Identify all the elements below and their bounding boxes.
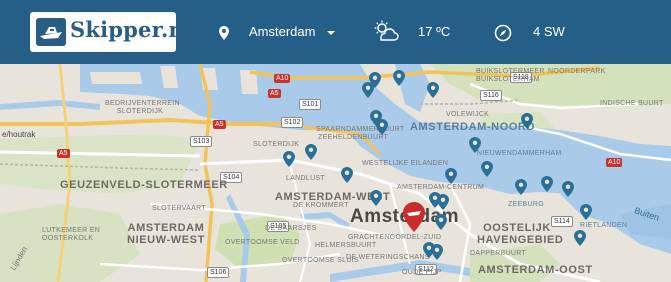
marina-pin-icon[interactable] xyxy=(469,137,481,153)
road-shield-s102: S102 xyxy=(281,117,304,128)
top-navbar: Skipper.nl Amsterdam 17 ºC 4 SW xyxy=(0,0,671,64)
district-label: AMSTERDAM-OOST xyxy=(478,264,593,276)
district-label: OOSTELIJK HAVENGEBIED xyxy=(477,222,564,246)
place-label: BUIKSLOTERHAM xyxy=(476,76,540,83)
place-label-text: LUTKEMEER EN OOSTERKOLK xyxy=(42,227,101,242)
wind-readout: 4 SW xyxy=(533,24,565,39)
place-label: DAPPERBUURT xyxy=(470,250,527,257)
place-label-text: BEDRIJVENTERREIN SLOTERDIJK xyxy=(105,100,180,115)
map-canvas xyxy=(0,64,671,282)
marina-pin-icon[interactable] xyxy=(427,82,439,98)
harbour-map[interactable]: A10 A5 A5 A5 A10 S101 S102 S103 S104 S10… xyxy=(0,64,671,282)
road-shield-a10: A10 xyxy=(606,158,623,167)
chevron-down-icon[interactable] xyxy=(327,31,335,35)
road-shield-a5: A5 xyxy=(213,120,226,129)
skipper-logo[interactable]: Skipper.nl xyxy=(30,12,192,52)
marina-pin-icon[interactable] xyxy=(562,181,574,197)
place-label: DE KROMMERT xyxy=(293,202,349,209)
marina-pin-icon[interactable] xyxy=(445,168,457,184)
marina-pin-icon[interactable] xyxy=(574,230,586,246)
marina-pin-icon[interactable] xyxy=(362,82,374,98)
marina-pin-icon[interactable] xyxy=(481,161,493,177)
location-pin-icon xyxy=(219,26,229,40)
road-shield-a5: A5 xyxy=(268,89,281,98)
place-label: SLOTERVAART xyxy=(152,205,206,212)
place-label: ZEEHELDENBUURT xyxy=(318,134,389,141)
road-shield-s103: S103 xyxy=(190,136,213,147)
logo-wordmark: Skipper.nl xyxy=(70,17,193,42)
selected-location-pin-icon[interactable] xyxy=(403,202,425,232)
district-label-text: OOSTELIJK HAVENGEBIED xyxy=(477,222,564,246)
marina-pin-icon[interactable] xyxy=(435,214,447,230)
marina-pin-icon[interactable] xyxy=(521,113,533,129)
marina-pin-icon[interactable] xyxy=(431,244,443,260)
marina-pin-icon[interactable] xyxy=(376,119,388,135)
road-shield-a5: A5 xyxy=(57,149,70,158)
road-shield-s101: S101 xyxy=(299,99,322,110)
marina-pin-icon[interactable] xyxy=(541,176,553,192)
marina-pin-icon[interactable] xyxy=(305,144,317,160)
place-label: DE WETERINGSCHANS xyxy=(346,254,430,261)
edge-label: e/houtrak xyxy=(2,130,36,139)
place-label: LANDLUST xyxy=(286,175,325,182)
marina-pin-icon[interactable] xyxy=(580,204,592,220)
district-label: AMSTERDAM-NOORD xyxy=(410,121,536,133)
road-shield-s106: S106 xyxy=(207,267,230,278)
city-selector[interactable]: Amsterdam xyxy=(249,24,315,39)
road-shield-a10: A10 xyxy=(274,74,291,83)
marina-pin-icon[interactable] xyxy=(341,167,353,183)
place-label: LUTKEMEER EN OOSTERKOLK xyxy=(42,227,102,243)
district-label-text: AMSTERDAM NIEUW-WEST xyxy=(127,222,205,246)
boat-logo-icon xyxy=(36,18,66,46)
place-label: GRACHTENGORDEL-ZUID xyxy=(348,234,442,241)
place-label: BEDRIJVENTERREIN SLOTERDIJK xyxy=(105,100,180,116)
place-label: AMSTERDAM-CENTRUM xyxy=(397,184,485,191)
partly-cloudy-icon xyxy=(374,20,399,41)
road-shield-s116: S116 xyxy=(480,90,502,101)
place-label: HELMERSBUURT xyxy=(315,242,377,249)
app-page: Skipper.nl Amsterdam 17 ºC 4 SW A10 A5 A… xyxy=(0,0,671,282)
place-label: DE BAARSJES xyxy=(265,225,317,232)
place-label: OUDE PIJP xyxy=(402,269,442,276)
marina-pin-icon[interactable] xyxy=(437,194,449,210)
district-label: AMSTERDAM NIEUW-WEST xyxy=(126,222,206,246)
place-label: RIETLANDEN xyxy=(580,222,628,229)
marina-pin-icon[interactable] xyxy=(515,179,527,195)
temperature-readout: 17 ºC xyxy=(418,24,451,39)
place-label: NOORDERPARK xyxy=(548,68,606,75)
place-label: SPAARNDAMMERBUURT xyxy=(316,126,405,133)
place-label: OVERTOOMSE VELD xyxy=(225,239,300,246)
marina-pin-icon[interactable] xyxy=(393,70,405,86)
place-label: ZEEBURG xyxy=(508,201,544,208)
place-label: BUIKSLOTERMEER xyxy=(476,68,545,75)
place-label: WESTELIJKE EILANDEN xyxy=(362,160,449,167)
place-label: VOLEWIJCK xyxy=(446,111,490,118)
place-label: INDISCHE BUURT xyxy=(600,100,664,107)
place-label: SLOTERDIJK xyxy=(253,141,300,148)
marina-pin-icon[interactable] xyxy=(283,151,295,167)
district-label: GEUZENVELD-SLOTERMEER xyxy=(60,179,228,191)
compass-icon xyxy=(494,24,512,42)
place-label: NIEUWENDAMMERHAM xyxy=(477,150,562,157)
marina-pin-icon[interactable] xyxy=(370,190,382,206)
